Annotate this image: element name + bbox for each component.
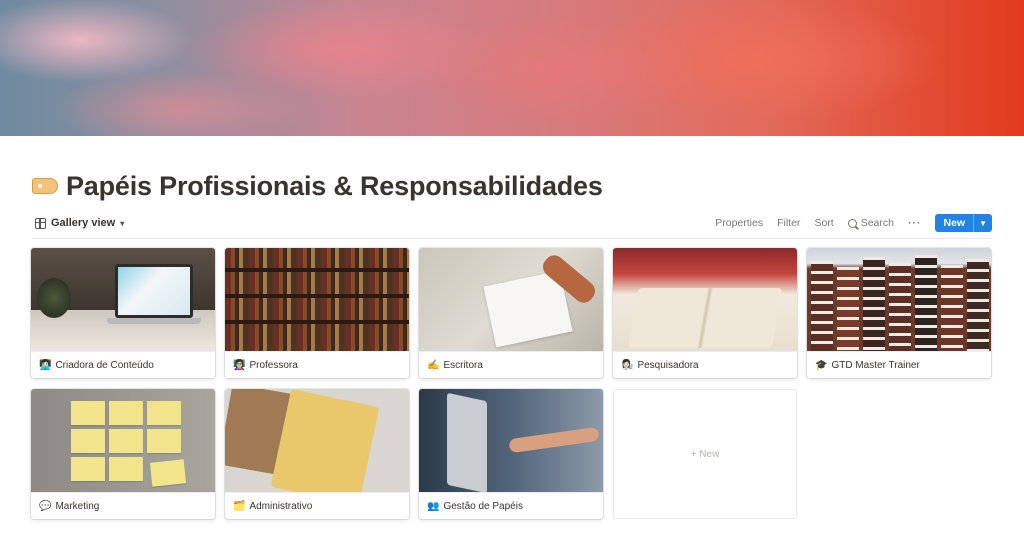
new-card-label: + New [690,448,720,460]
card-title: 🗂️ Administrativo [225,492,409,519]
card-cover-image [807,248,991,351]
card-cover-image [225,389,409,492]
card-title-text: Professora [249,359,298,371]
gallery-card[interactable]: 💬 Marketing [31,389,215,519]
card-cover-image [419,389,603,492]
card-title-text: Administrativo [249,500,313,512]
card-emoji-icon: 🗂️ [233,500,246,512]
card-title: 👩🏻‍💻 Criadora de Conteúdo [31,351,215,378]
database-toolbar: Gallery view ▾ Properties Filter Sort Se… [32,212,992,234]
card-title-text: Gestão de Papéis [443,500,523,512]
card-emoji-icon: 💬 [39,500,52,512]
chevron-down-icon[interactable]: ▼ [973,214,992,232]
card-title-text: Criadora de Conteúdo [55,359,154,371]
card-title-text: Escritora [443,359,483,371]
card-emoji-icon: 🎓 [815,359,828,371]
search-button[interactable]: Search [847,217,894,229]
chevron-down-icon: ▾ [120,218,125,228]
tag-icon[interactable] [32,178,58,194]
gallery-card[interactable]: 👩🏻‍🏫 Professora [225,248,409,378]
card-title-text: Pesquisadora [637,359,699,371]
card-title: 👩🏻‍🔬 Pesquisadora [613,351,797,378]
card-cover-image [31,389,215,492]
card-title: 💬 Marketing [31,492,215,519]
new-button[interactable]: New ▼ [935,214,992,232]
gallery-card[interactable]: 👩🏻‍🔬 Pesquisadora [613,248,797,378]
card-title: 👥 Gestão de Papéis [419,492,603,519]
search-label: Search [860,217,894,229]
new-card-placeholder[interactable]: + New [613,389,797,519]
toolbar-divider [32,238,992,239]
view-switcher-label: Gallery view [51,217,116,229]
page-cover-image[interactable] [0,0,1024,136]
search-icon [847,218,857,228]
more-options-button[interactable]: ··· [908,217,922,229]
card-emoji-icon: 👩🏻‍🏫 [233,359,246,371]
card-title: ✍️ Escritora [419,351,603,378]
card-cover-image [31,248,215,351]
page-title: Papéis Profissionais & Responsabilidades [32,166,603,206]
view-switcher[interactable]: Gallery view ▾ [32,217,124,229]
card-cover-image [225,248,409,351]
card-emoji-icon: ✍️ [427,359,440,371]
card-title: 🎓 GTD Master Trainer [807,351,991,378]
page-title-text[interactable]: Papéis Profissionais & Responsabilidades [66,171,603,202]
gallery-card[interactable]: 🎓 GTD Master Trainer [807,248,991,378]
gallery-card[interactable]: 🗂️ Administrativo [225,389,409,519]
card-emoji-icon: 👥 [427,500,440,512]
card-title-text: Marketing [55,500,100,512]
card-cover-image [613,248,797,351]
new-button-label[interactable]: New [935,214,973,232]
properties-button[interactable]: Properties [715,217,763,229]
card-cover-image [419,248,603,351]
card-emoji-icon: 👩🏻‍💻 [39,359,52,371]
gallery-card[interactable]: ✍️ Escritora [419,248,603,378]
toolbar-actions: Properties Filter Sort Search ··· New ▼ [715,214,992,232]
card-emoji-icon: 👩🏻‍🔬 [621,359,634,371]
gallery-grid-icon [35,217,46,229]
gallery-card[interactable]: 👥 Gestão de Papéis [419,389,603,519]
card-title-text: GTD Master Trainer [831,359,920,371]
sort-button[interactable]: Sort [814,217,833,229]
card-title: 👩🏻‍🏫 Professora [225,351,409,378]
gallery-card[interactable]: 👩🏻‍💻 Criadora de Conteúdo [31,248,215,378]
filter-button[interactable]: Filter [777,217,800,229]
